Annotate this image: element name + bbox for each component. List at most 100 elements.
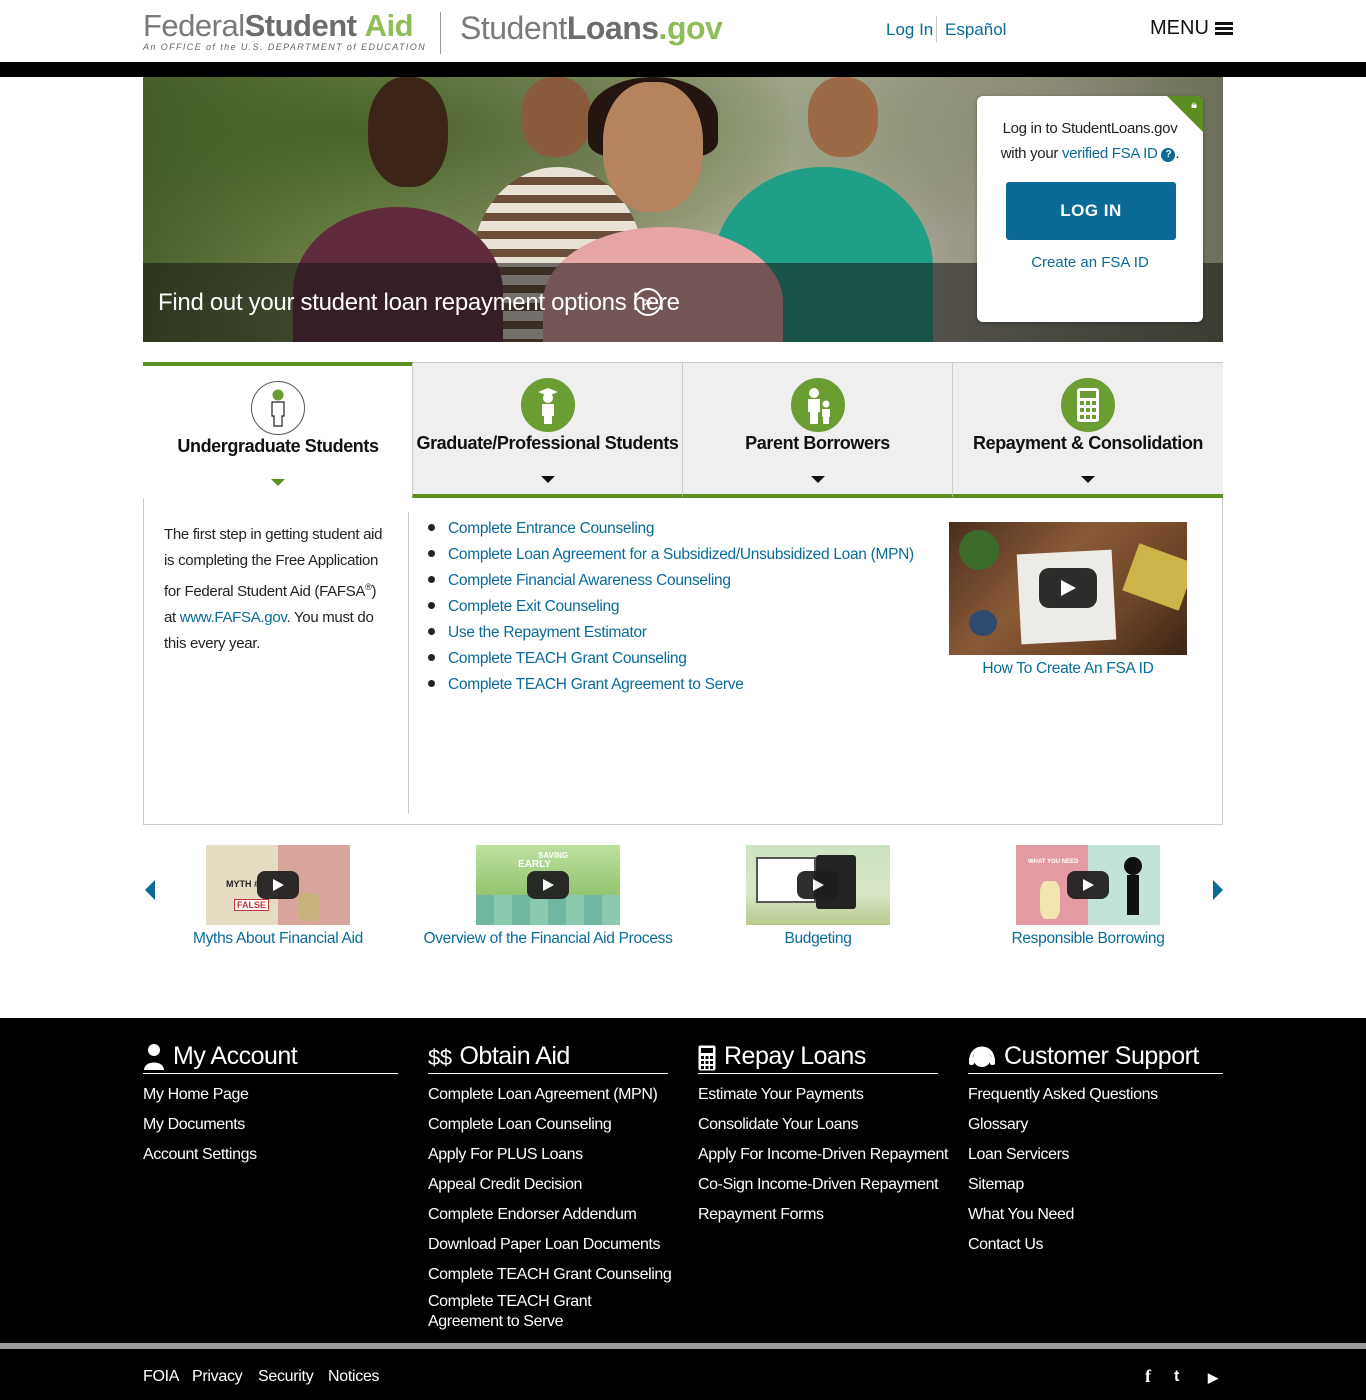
footer-link-endorser-addendum[interactable]: Complete Endorser Addendum <box>428 1202 668 1232</box>
footer-link-income-driven[interactable]: Apply For Income-Driven Repayment <box>698 1142 948 1172</box>
coin-stack-icon <box>298 893 320 921</box>
list-item: Complete Exit Counseling <box>428 596 914 622</box>
footer-link-faq[interactable]: Frequently Asked Questions <box>968 1082 1223 1112</box>
lock-icon: 🔒︎ <box>1191 99 1197 111</box>
twitter-icon[interactable]: t <box>1174 1368 1179 1386</box>
thumb-text: SAVING <box>538 851 569 860</box>
youtube-icon[interactable]: ▶ <box>1208 1370 1218 1386</box>
video-thumbnail-borrowing[interactable]: WHAT YOU NEED <box>1016 845 1160 925</box>
footer-link-estimate-payments[interactable]: Estimate Your Payments <box>698 1082 938 1112</box>
link-entrance-counseling[interactable]: Complete Entrance Counseling <box>448 520 654 537</box>
login-card: 🔒︎ Log in to StudentLoans.gov with your … <box>977 96 1203 322</box>
double-chevron-right-icon[interactable]: » <box>634 288 662 316</box>
footer-link-loan-servicers[interactable]: Loan Servicers <box>968 1142 1223 1172</box>
link-exit-counseling[interactable]: Complete Exit Counseling <box>448 598 619 615</box>
footer-link-contact-us[interactable]: Contact Us <box>968 1232 1223 1262</box>
video-caption-overview[interactable]: Overview of the Financial Aid Process <box>413 930 683 948</box>
footer-heading-label: Obtain Aid <box>459 1042 570 1070</box>
footer-link-what-you-need[interactable]: What You Need <box>968 1202 1223 1232</box>
footer-link-teach-counseling[interactable]: Complete TEACH Grant Counseling <box>428 1262 672 1292</box>
parent-child-icon <box>790 378 845 432</box>
link-teach-counseling[interactable]: Complete TEACH Grant Counseling <box>448 650 687 667</box>
footer-link-cosign-idr[interactable]: Co-Sign Income-Driven Repayment <box>698 1172 939 1202</box>
tab-parent-borrowers[interactable]: Parent Borrowers <box>682 363 952 498</box>
footer-link-sitemap[interactable]: Sitemap <box>968 1172 1223 1202</box>
footer-link-account-settings[interactable]: Account Settings <box>143 1142 398 1172</box>
footer-link-paper-documents[interactable]: Download Paper Loan Documents <box>428 1232 668 1262</box>
fafsa-link[interactable]: www.FAFSA.gov <box>180 609 287 626</box>
footer-col-obtain-aid: $$ Obtain Aid Complete Loan Agreement (M… <box>428 1038 672 1332</box>
list-item: Use the Repayment Estimator <box>428 622 914 648</box>
link-financial-awareness[interactable]: Complete Financial Awareness Counseling <box>448 572 731 589</box>
tab-label: Undergraduate Students <box>177 436 379 456</box>
student-icon <box>251 381 305 435</box>
play-icon[interactable] <box>257 871 299 899</box>
header-link-divider <box>936 16 937 42</box>
hero-person-4-head <box>808 77 878 157</box>
tab-arrow-icon <box>1081 476 1095 483</box>
carousel-next-icon[interactable] <box>1213 880 1223 900</box>
play-icon[interactable] <box>1067 871 1109 899</box>
footer-links: Estimate Your Payments Consolidate Your … <box>698 1082 948 1232</box>
footer-link-home-page[interactable]: My Home Page <box>143 1082 398 1112</box>
footer-link-my-documents[interactable]: My Documents <box>143 1112 398 1142</box>
footer-link-consolidate[interactable]: Consolidate Your Loans <box>698 1112 938 1142</box>
footer-link-loan-counseling[interactable]: Complete Loan Counseling <box>428 1112 668 1142</box>
hamburger-icon <box>1214 21 1233 36</box>
hero-caption[interactable]: Find out your student loan repayment opt… <box>158 289 680 317</box>
logo-divider <box>440 12 441 54</box>
video-thumbnail-myths[interactable]: MYTH # FALSE <box>206 845 350 925</box>
header-black-bar <box>0 62 1366 77</box>
video-caption-borrowing[interactable]: Responsible Borrowing <box>953 930 1223 948</box>
play-icon[interactable] <box>1039 568 1097 608</box>
footer-link-appeal-credit[interactable]: Appeal Credit Decision <box>428 1172 668 1202</box>
thumb-text: MYTH # <box>226 879 260 889</box>
footer-col-my-account: My Account My Home Page My Documents Acc… <box>143 1038 398 1172</box>
link-teach-agreement[interactable]: Complete TEACH Grant Agreement to Serve <box>448 676 744 693</box>
menu-button[interactable]: MENU <box>1150 17 1233 40</box>
footer-link-plus-loans[interactable]: Apply For PLUS Loans <box>428 1142 668 1172</box>
play-icon[interactable] <box>527 871 569 899</box>
footer-link-foia[interactable]: FOIA <box>143 1368 179 1386</box>
tab-arrow-icon <box>271 479 285 486</box>
thumb-text: WHAT YOU NEED <box>1028 859 1079 865</box>
video-thumbnail-overview[interactable]: EARLY SAVING <box>476 845 620 925</box>
create-fsa-id-link[interactable]: Create an FSA ID <box>977 254 1203 271</box>
video-caption-budgeting[interactable]: Budgeting <box>683 930 953 948</box>
tab-undergraduate-students[interactable]: Undergraduate Students <box>143 362 413 498</box>
fsa-id-video-caption[interactable]: How To Create An FSA ID <box>949 660 1187 678</box>
help-icon[interactable]: ? <box>1161 148 1176 162</box>
footer-link-teach-agreement[interactable]: Complete TEACH Grant Agreement to Serve <box>428 1292 668 1332</box>
footer-link-glossary[interactable]: Glossary <box>968 1112 1223 1142</box>
link-loan-agreement-mpn[interactable]: Complete Loan Agreement for a Subsidized… <box>448 546 914 563</box>
coin-stack-icon <box>1040 881 1060 919</box>
video-thumbnail-budgeting[interactable] <box>746 845 890 925</box>
login-card-line1: Log in to StudentLoans.gov <box>1002 120 1178 137</box>
tab-label: Repayment & Consolidation <box>972 433 1204 453</box>
espanol-link[interactable]: Español <box>945 20 1006 40</box>
hero-person-1-head <box>368 77 448 187</box>
login-card-line2-prefix: with your <box>1000 145 1062 162</box>
fsa-id-video-thumbnail[interactable] <box>949 522 1187 655</box>
footer-link-repayment-forms[interactable]: Repayment Forms <box>698 1202 938 1232</box>
federal-student-aid-logo[interactable]: FederalStudent Aid An OFFICE of the U.S.… <box>143 10 426 53</box>
tab-graduate-professional-students[interactable]: Graduate/Professional Students <box>412 363 682 498</box>
studentloans-gov-logo[interactable]: StudentLoans.gov <box>460 10 723 46</box>
verified-fsa-id-link[interactable]: verified FSA ID <box>1062 145 1158 162</box>
list-item: Complete TEACH Grant Agreement to Serve <box>428 674 914 700</box>
menu-label: MENU <box>1150 17 1209 39</box>
tab-repayment-consolidation[interactable]: Repayment & Consolidation <box>952 363 1223 498</box>
footer-link-notices[interactable]: Notices <box>328 1368 380 1386</box>
video-caption-myths[interactable]: Myths About Financial Aid <box>143 930 413 948</box>
link-repayment-estimator[interactable]: Use the Repayment Estimator <box>448 624 647 641</box>
facebook-icon[interactable]: f <box>1145 1366 1151 1387</box>
tab-arrow-icon <box>540 476 555 483</box>
footer-links: Complete Loan Agreement (MPN) Complete L… <box>428 1082 672 1332</box>
header-login-link[interactable]: Log In <box>886 20 933 40</box>
login-button[interactable]: LOG IN <box>1006 182 1176 240</box>
carousel-prev-icon[interactable] <box>145 880 155 900</box>
footer-link-privacy[interactable]: Privacy <box>192 1368 243 1386</box>
footer-link-security[interactable]: Security <box>258 1368 314 1386</box>
play-icon[interactable] <box>797 871 839 899</box>
footer-link-mpn[interactable]: Complete Loan Agreement (MPN) <box>428 1082 668 1112</box>
